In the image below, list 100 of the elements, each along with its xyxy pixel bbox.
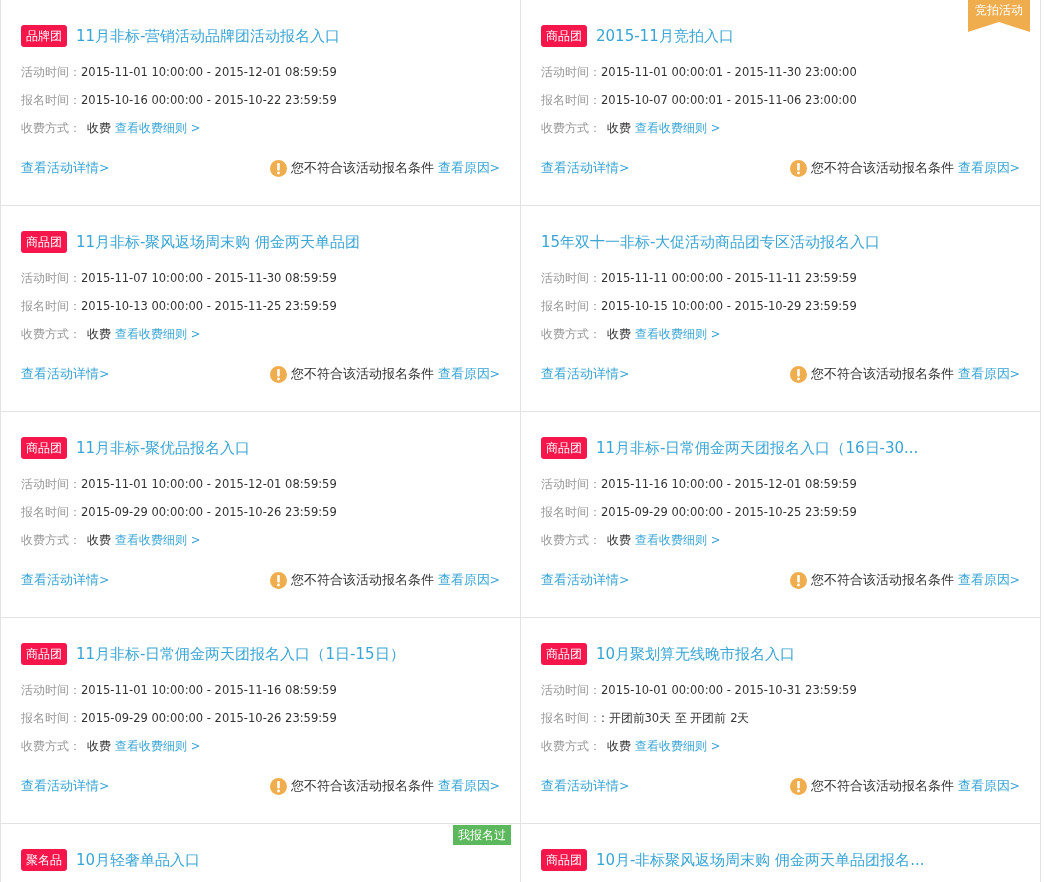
- ineligible-message: 您不符合该活动报名条件: [810, 365, 954, 383]
- activity-title-link[interactable]: 11月非标-日常佣金两天团报名入口（16日-30...: [596, 438, 919, 458]
- activity-title-link[interactable]: 11月非标-日常佣金两天团报名入口（1日-15日）: [76, 644, 405, 664]
- field-value: 2015-10-01 00:00:00 - 2015-10-31 23:59:59: [601, 683, 857, 697]
- field-label: 活动时间：: [541, 476, 601, 492]
- field-value: 2015-10-15 10:00:00 - 2015-10-29 23:59:59: [601, 299, 857, 313]
- ineligible-message: 您不符合该活动报名条件: [290, 159, 434, 177]
- field-label: 报名时间：: [541, 298, 601, 314]
- activity-title-link[interactable]: 11月非标-聚风返场周末购 佣金两天单品团: [76, 232, 361, 252]
- reason-link[interactable]: 查看原因>: [957, 777, 1020, 795]
- fee-rules-link[interactable]: 查看收费细则 >: [635, 738, 721, 754]
- details-link[interactable]: 查看活动详情>: [21, 159, 110, 177]
- activity-title-link[interactable]: 11月非标-营销活动品牌团活动报名入口: [76, 26, 341, 46]
- warning-icon: [269, 777, 287, 795]
- field-label: 收费方式：: [21, 120, 81, 136]
- reason-link[interactable]: 查看原因>: [437, 777, 500, 795]
- field-value: 收费: [607, 738, 631, 754]
- field-value: 2015-11-01 10:00:00 - 2015-11-16 08:59:59: [81, 683, 337, 697]
- reason-link[interactable]: 查看原因>: [957, 365, 1020, 383]
- category-tag: 聚名品: [21, 849, 67, 871]
- category-tag: 商品团: [21, 437, 67, 459]
- warning-icon: [269, 365, 287, 383]
- field-label: 收费方式：: [541, 738, 601, 754]
- fee-rules-link[interactable]: 查看收费细则 >: [115, 326, 201, 342]
- reason-link[interactable]: 查看原因>: [957, 571, 1020, 589]
- field-value: 2015-11-07 10:00:00 - 2015-11-30 08:59:59: [81, 271, 337, 285]
- field-value: 2015-11-01 00:00:01 - 2015-11-30 23:00:00: [601, 65, 857, 79]
- ineligible-message: 您不符合该活动报名条件: [810, 571, 954, 589]
- activity-title-link[interactable]: 2015-11月竞拍入口: [596, 26, 734, 46]
- reason-link[interactable]: 查看原因>: [437, 159, 500, 177]
- field-value: 2015-11-16 10:00:00 - 2015-12-01 08:59:59: [601, 477, 857, 491]
- details-link[interactable]: 查看活动详情>: [21, 571, 110, 589]
- activity-title-link[interactable]: 10月-非标聚风返场周末购 佣金两天单品团报名...: [596, 850, 925, 870]
- field-label: 收费方式：: [541, 532, 601, 548]
- field-label: 活动时间：: [21, 64, 81, 80]
- field-label: 活动时间：: [21, 270, 81, 286]
- fee-rules-link[interactable]: 查看收费细则 >: [115, 738, 201, 754]
- warning-icon: [789, 365, 807, 383]
- field-value: 2015-10-13 00:00:00 - 2015-11-25 23:59:59: [81, 299, 337, 313]
- field-label: 报名时间：: [21, 92, 81, 108]
- activity-title-link[interactable]: 11月非标-聚优品报名入口: [76, 438, 251, 458]
- details-link[interactable]: 查看活动详情>: [541, 365, 630, 383]
- field-label: 收费方式：: [21, 738, 81, 754]
- status-badge: 我报名过: [453, 825, 511, 845]
- category-tag: 商品团: [541, 25, 587, 47]
- reason-link[interactable]: 查看原因>: [437, 365, 500, 383]
- field-label: 收费方式：: [541, 326, 601, 342]
- field-value: 2015-10-16 00:00:00 - 2015-10-22 23:59:59: [81, 93, 337, 107]
- reason-link[interactable]: 查看原因>: [437, 571, 500, 589]
- ineligible-message: 您不符合该活动报名条件: [290, 365, 434, 383]
- category-tag: 商品团: [21, 231, 67, 253]
- details-link[interactable]: 查看活动详情>: [21, 777, 110, 795]
- details-link[interactable]: 查看活动详情>: [21, 365, 110, 383]
- field-label: 报名时间：: [541, 92, 601, 108]
- category-tag: 商品团: [541, 849, 587, 871]
- field-value: 收费: [87, 326, 111, 342]
- category-tag: 品牌团: [21, 25, 67, 47]
- field-value: 2015-09-29 00:00:00 - 2015-10-25 23:59:59: [601, 505, 857, 519]
- ineligible-message: 您不符合该活动报名条件: [290, 571, 434, 589]
- field-value: 收费: [607, 120, 631, 136]
- field-value: 2015-11-11 00:00:00 - 2015-11-11 23:59:59: [601, 271, 857, 285]
- field-value: 收费: [607, 326, 631, 342]
- field-label: 报名时间：: [21, 504, 81, 520]
- field-value: 收费: [87, 738, 111, 754]
- fee-rules-link[interactable]: 查看收费细则 >: [635, 326, 721, 342]
- category-tag: 商品团: [21, 643, 67, 665]
- fee-rules-link[interactable]: 查看收费细则 >: [635, 120, 721, 136]
- corner-ribbon: 竞拍活动: [968, 0, 1030, 32]
- field-label: 活动时间：: [21, 476, 81, 492]
- warning-icon: [789, 777, 807, 795]
- details-link[interactable]: 查看活动详情>: [541, 777, 630, 795]
- activity-title-link[interactable]: 10月轻奢单品入口: [76, 850, 201, 870]
- field-label: 活动时间：: [541, 64, 601, 80]
- field-label: 活动时间：: [21, 682, 81, 698]
- field-value: 收费: [87, 120, 111, 136]
- field-value: 收费: [87, 532, 111, 548]
- fee-rules-link[interactable]: 查看收费细则 >: [115, 120, 201, 136]
- activity-title-link[interactable]: 15年双十一非标-大促活动商品团专区活动报名入口: [541, 232, 881, 252]
- warning-icon: [789, 571, 807, 589]
- field-label: 报名时间：: [541, 710, 601, 726]
- field-label: 报名时间：: [21, 298, 81, 314]
- field-label: 报名时间：: [21, 710, 81, 726]
- field-label: 收费方式：: [541, 120, 601, 136]
- warning-icon: [269, 571, 287, 589]
- ineligible-message: 您不符合该活动报名条件: [810, 159, 954, 177]
- details-link[interactable]: 查看活动详情>: [541, 159, 630, 177]
- field-label: 报名时间：: [541, 504, 601, 520]
- fee-rules-link[interactable]: 查看收费细则 >: [635, 532, 721, 548]
- fee-rules-link[interactable]: 查看收费细则 >: [115, 532, 201, 548]
- field-label: 活动时间：: [541, 682, 601, 698]
- category-tag: 商品团: [541, 437, 587, 459]
- details-link[interactable]: 查看活动详情>: [541, 571, 630, 589]
- activity-title-link[interactable]: 10月聚划算无线晚市报名入口: [596, 644, 796, 664]
- field-value: 收费: [607, 532, 631, 548]
- field-label: 活动时间：: [541, 270, 601, 286]
- category-tag: 商品团: [541, 643, 587, 665]
- warning-icon: [269, 159, 287, 177]
- field-value: : 开团前30天 至 开团前 2天: [601, 710, 750, 726]
- reason-link[interactable]: 查看原因>: [957, 159, 1020, 177]
- warning-icon: [789, 159, 807, 177]
